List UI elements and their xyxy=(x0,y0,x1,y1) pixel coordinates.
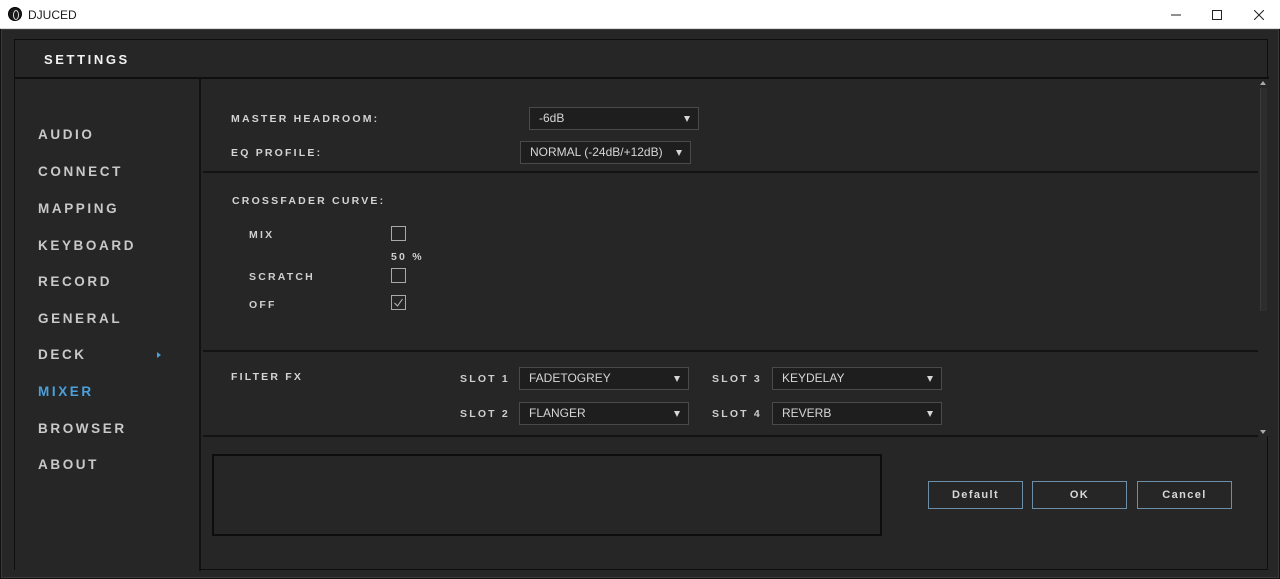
scrollbar-thumb[interactable] xyxy=(1260,88,1267,311)
master-headroom-value: -6dB xyxy=(539,111,565,125)
slot-1-dropdown[interactable]: FADETOGREY xyxy=(519,367,689,390)
scroll-down-arrow-icon[interactable] xyxy=(1260,430,1266,434)
sidebar-item-deck[interactable]: DECK xyxy=(38,347,87,367)
filter-fx-label: FILTER FX xyxy=(231,371,304,383)
sidebar-item-general[interactable]: GENERAL xyxy=(38,311,122,331)
chevron-right-icon xyxy=(157,352,161,358)
mixer-settings-content: MASTER HEADROOM: -6dB EQ PROFILE: NORMAL… xyxy=(203,79,1258,436)
slot-4-dropdown[interactable]: REVERB xyxy=(772,402,942,425)
page-title: SETTINGS xyxy=(44,52,130,67)
crossfader-mix-value: 50 % xyxy=(391,251,424,263)
content-bottom-divider xyxy=(203,435,1258,437)
scroll-up-arrow-icon[interactable] xyxy=(1260,81,1266,85)
slot-2-value: FLANGER xyxy=(529,406,586,420)
slot-3-label: SLOT 3 xyxy=(712,373,762,385)
slot-1-value: FADETOGREY xyxy=(529,371,611,385)
cancel-button[interactable]: Cancel xyxy=(1137,481,1232,509)
sidebar-item-audio[interactable]: AUDIO xyxy=(38,127,95,147)
crossfader-off-checkbox[interactable] xyxy=(391,295,406,310)
sidebar-item-browser[interactable]: BROWSER xyxy=(38,421,127,441)
message-area xyxy=(212,454,882,536)
crossfader-mix-checkbox[interactable] xyxy=(391,226,406,241)
slot-3-dropdown[interactable]: KEYDELAY xyxy=(772,367,942,390)
close-button[interactable] xyxy=(1238,0,1280,29)
dropdown-arrow-icon xyxy=(927,376,933,382)
dropdown-arrow-icon xyxy=(684,116,690,122)
slot-2-label: SLOT 2 xyxy=(460,408,510,420)
master-headroom-label: MASTER HEADROOM: xyxy=(231,113,380,125)
ok-button[interactable]: OK xyxy=(1032,481,1127,509)
maximize-icon xyxy=(1212,9,1222,20)
sidebar-item-record[interactable]: RECORD xyxy=(38,274,112,294)
dropdown-arrow-icon xyxy=(676,150,682,156)
dropdown-arrow-icon xyxy=(674,376,680,382)
minimize-button[interactable] xyxy=(1155,0,1197,29)
close-icon xyxy=(1254,9,1264,20)
section-divider xyxy=(203,350,1258,352)
crossfader-curve-label: CROSSFADER CURVE: xyxy=(232,195,386,207)
crossfader-mix-label: MIX xyxy=(249,229,275,241)
settings-window: SETTINGS AUDIO CONNECT MAPPING KEYBOARD … xyxy=(1,29,1279,578)
eq-profile-value: NORMAL (-24dB/+12dB) xyxy=(530,145,663,159)
dropdown-arrow-icon xyxy=(927,411,933,417)
sidebar-item-mapping[interactable]: MAPPING xyxy=(38,201,119,221)
checkmark-icon xyxy=(394,298,403,307)
slot-3-value: KEYDELAY xyxy=(782,371,845,385)
section-divider xyxy=(203,171,1258,173)
djuced-logo-icon xyxy=(8,7,22,21)
window-title-bar: DJUCED xyxy=(0,0,1280,29)
slot-1-label: SLOT 1 xyxy=(460,373,510,385)
sidebar-item-connect[interactable]: CONNECT xyxy=(38,164,123,184)
slot-4-value: REVERB xyxy=(782,406,832,420)
content-scrollbar[interactable] xyxy=(1258,79,1269,436)
slot-2-dropdown[interactable]: FLANGER xyxy=(519,402,689,425)
sidebar-item-keyboard[interactable]: KEYBOARD xyxy=(38,238,136,258)
eq-profile-dropdown[interactable]: NORMAL (-24dB/+12dB) xyxy=(520,141,691,164)
eq-profile-label: EQ PROFILE: xyxy=(231,147,323,159)
window-title: DJUCED xyxy=(28,8,77,22)
default-button[interactable]: Default xyxy=(928,481,1023,509)
crossfader-off-label: OFF xyxy=(249,299,277,311)
crossfader-scratch-label: SCRATCH xyxy=(249,271,315,283)
minimize-icon xyxy=(1171,10,1181,20)
master-headroom-dropdown[interactable]: -6dB xyxy=(529,107,699,130)
settings-sidebar: AUDIO CONNECT MAPPING KEYBOARD RECORD GE… xyxy=(15,79,201,571)
slot-4-label: SLOT 4 xyxy=(712,408,762,420)
dropdown-arrow-icon xyxy=(674,411,680,417)
maximize-button[interactable] xyxy=(1196,0,1238,29)
sidebar-item-about[interactable]: ABOUT xyxy=(38,457,99,477)
settings-panel: SETTINGS AUDIO CONNECT MAPPING KEYBOARD … xyxy=(14,39,1269,571)
sidebar-item-mixer[interactable]: MIXER xyxy=(38,384,94,404)
crossfader-scratch-checkbox[interactable] xyxy=(391,268,406,283)
